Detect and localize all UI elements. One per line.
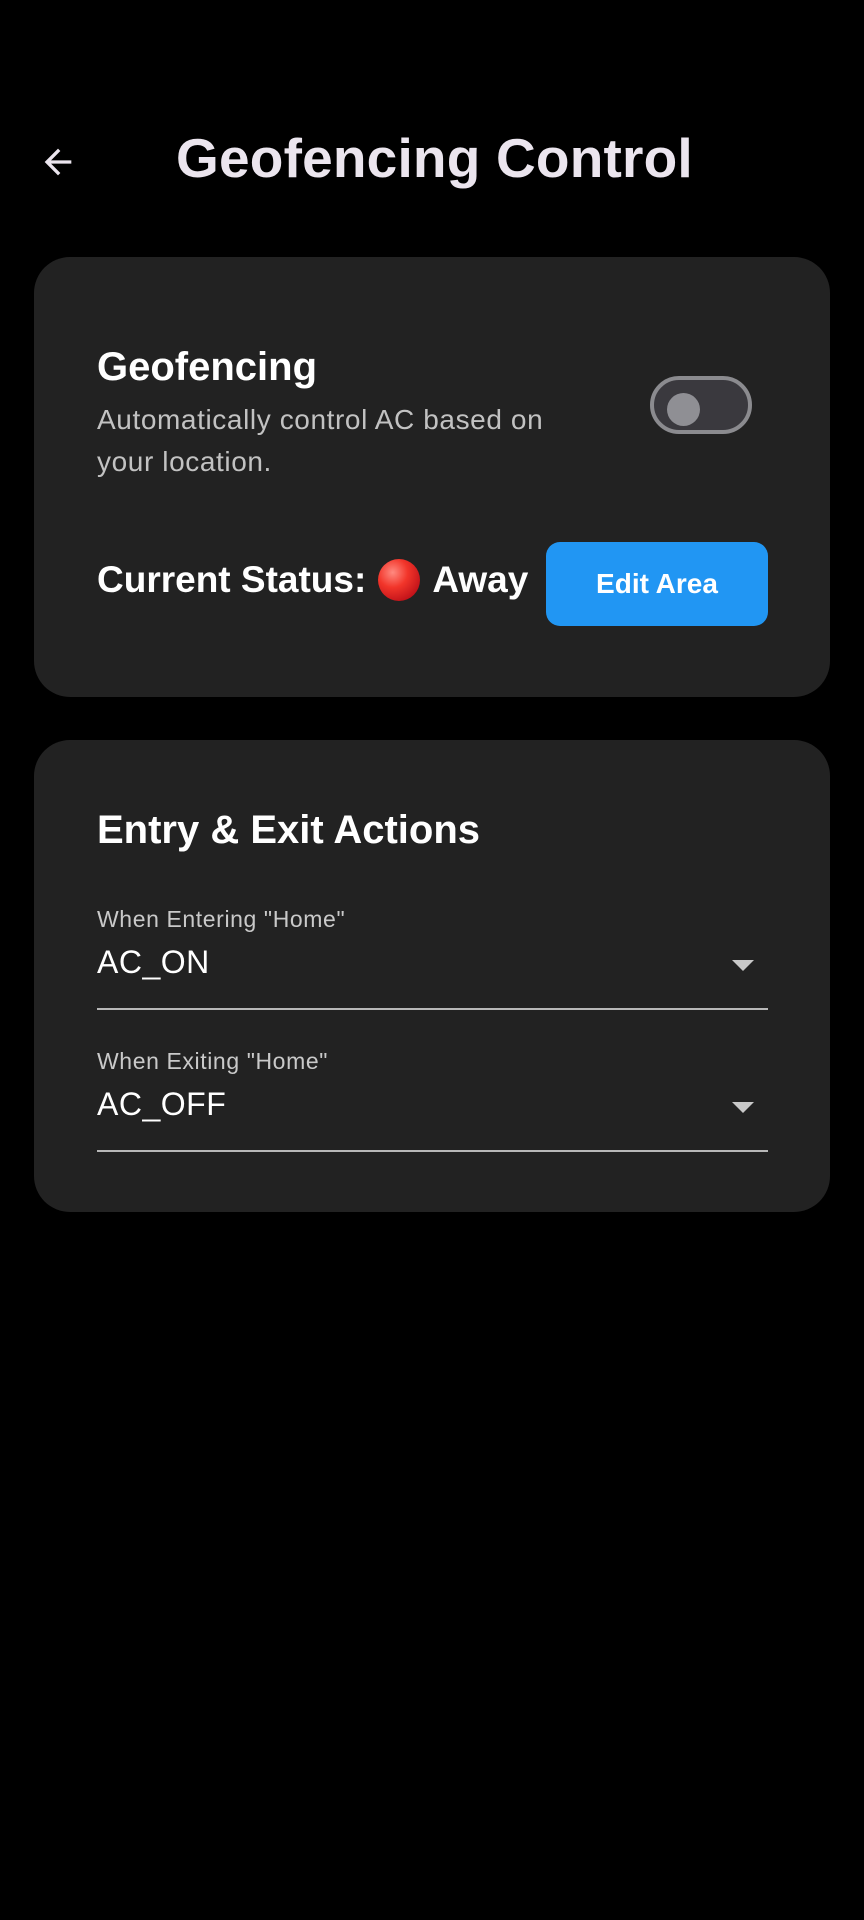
entry-exit-actions-card: Entry & Exit Actions When Entering "Home…	[34, 740, 830, 1212]
page-title: Geofencing Control	[176, 127, 693, 189]
back-button[interactable]	[30, 134, 86, 190]
geofencing-toggle[interactable]	[650, 376, 752, 434]
current-status: Current Status: Away	[97, 559, 528, 601]
red-circle-icon	[378, 559, 421, 601]
exiting-action-label: When Exiting "Home"	[97, 1048, 328, 1074]
entering-action-dropdown[interactable]: When Entering "Home" AC_ON	[97, 902, 768, 1010]
edit-area-button[interactable]: Edit Area	[546, 542, 768, 626]
app-bar: Geofencing Control	[0, 96, 864, 232]
arrow-left-icon	[44, 148, 72, 176]
entering-action-label: When Entering "Home"	[97, 906, 346, 932]
exiting-action-value: AC_OFF	[97, 1086, 227, 1122]
caret-down-icon	[732, 960, 754, 971]
geofencing-description: Automatically control AC based on your l…	[97, 404, 544, 477]
exiting-action-dropdown[interactable]: When Exiting "Home" AC_OFF	[97, 1044, 768, 1152]
status-label: Current Status:	[97, 559, 367, 600]
status-value: Away	[432, 559, 529, 600]
geofencing-title: Geofencing	[97, 345, 318, 389]
caret-down-icon	[732, 1102, 754, 1113]
toggle-thumb	[667, 393, 700, 426]
actions-title: Entry & Exit Actions	[97, 808, 481, 852]
geofencing-card: Geofencing Automatically control AC base…	[34, 257, 830, 697]
entering-action-value: AC_ON	[97, 944, 210, 980]
